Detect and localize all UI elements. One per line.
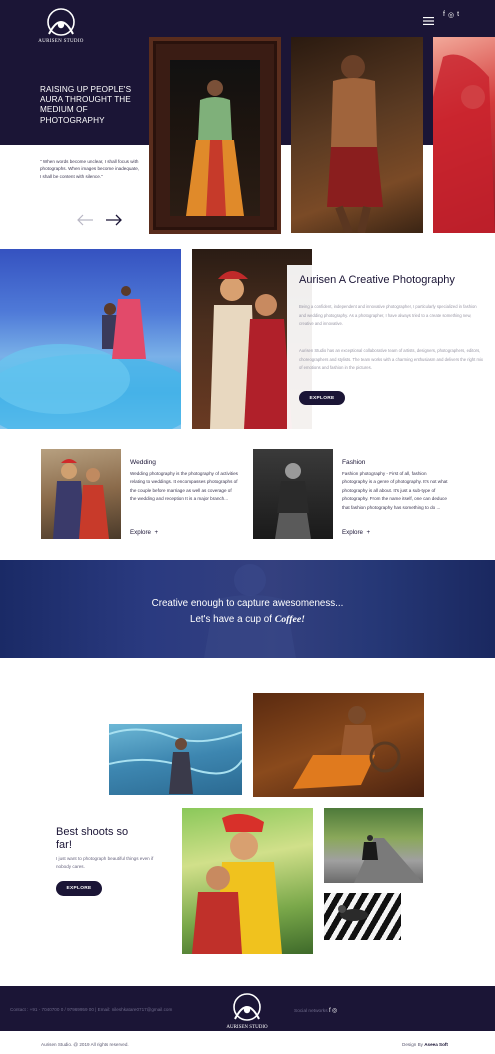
twitter-icon[interactable]: t xyxy=(457,11,459,19)
hamburger-menu-icon[interactable] xyxy=(423,12,434,25)
brand-name: AURISEN STUDIO xyxy=(38,39,84,44)
gallery-explore-button[interactable]: EXPLORE xyxy=(56,881,102,896)
logo-emblem-icon xyxy=(233,993,261,1021)
banner-coffee-script: Coffee! xyxy=(274,614,305,625)
banner-line-2-prefix: Let's have a cup of xyxy=(190,614,272,625)
plus-icon: + xyxy=(152,529,159,536)
gallery-photo-wedding-couple[interactable] xyxy=(182,808,313,954)
design-credit: Design By Aseea Soft xyxy=(402,1042,448,1047)
gallery-photo-underwater[interactable] xyxy=(109,724,242,795)
wedding-photo[interactable] xyxy=(41,449,121,539)
design-credit-name[interactable]: Aseea Soft xyxy=(424,1042,448,1047)
facebook-icon[interactable]: f xyxy=(329,1008,331,1014)
prev-arrow-icon[interactable] xyxy=(75,212,95,228)
instagram-icon[interactable]: ◎ xyxy=(332,1008,337,1014)
footer-contact: Contact : +91 - 7040700 0 / 97969959 00 … xyxy=(10,1007,173,1012)
plus-icon: + xyxy=(364,529,371,536)
hero-photo-warrior[interactable] xyxy=(291,37,423,233)
wedding-title: Wedding xyxy=(130,459,156,466)
hero-photo-red-dress[interactable] xyxy=(433,37,495,233)
about-paragraph-1: Being a confident, independent and innov… xyxy=(299,304,477,327)
wedding-description: Wedding photography is the photography o… xyxy=(130,471,238,502)
fashion-explore-label: Explore xyxy=(342,529,363,536)
wedding-explore-label: Explore xyxy=(130,529,151,536)
about-explore-button[interactable]: EXPLORE xyxy=(299,391,345,405)
banner-line-2: Let's have a cup of Coffee! xyxy=(0,614,495,625)
about-photo-couple-smoke[interactable] xyxy=(0,249,181,429)
hero-photo-bride[interactable] xyxy=(170,60,260,216)
facebook-icon[interactable]: f xyxy=(443,11,445,19)
hero-heading: RAISING UP PEOPLE'S AURA THROUGHT THE ME… xyxy=(40,85,132,125)
coffee-banner xyxy=(0,560,495,658)
about-title: Aurisen A Creative Photography xyxy=(299,274,455,286)
fashion-description: Fashion photography - First of all, fash… xyxy=(342,471,448,510)
best-shoots-title: Best shoots so far! xyxy=(56,826,129,851)
about-paragraph-2: Aurisen Studio has an exceptional collab… xyxy=(299,348,484,371)
wedding-explore-link[interactable]: Explore + xyxy=(130,529,158,536)
logo-emblem-icon xyxy=(47,8,75,36)
instagram-icon[interactable]: ◎ xyxy=(448,11,454,19)
fashion-explore-link[interactable]: Explore + xyxy=(342,529,370,536)
gallery-photo-warrior-orange[interactable] xyxy=(253,693,424,797)
best-shoots-text: I just want to photograph beautiful thin… xyxy=(56,856,154,869)
design-credit-prefix: Design By xyxy=(402,1042,423,1047)
footer-social: Social networks f ◎ xyxy=(294,1007,337,1014)
gallery-photo-road-couple[interactable] xyxy=(324,808,423,883)
gallery-photo-zebra-pose[interactable] xyxy=(324,893,401,940)
footer-brand-name: AURISEN STUDIO xyxy=(226,1025,268,1030)
copyright: Aurisen Studio. @ 2019 All rights reserv… xyxy=(41,1042,129,1047)
fashion-title: Fashion xyxy=(342,459,366,466)
hero-quote: " When words become unclear, I shall foc… xyxy=(40,159,140,179)
footer-social-label: Social networks xyxy=(294,1009,328,1014)
fashion-photo[interactable] xyxy=(253,449,333,539)
top-social-links: f ◎ t xyxy=(443,11,459,19)
next-arrow-icon[interactable] xyxy=(104,212,124,228)
banner-line-1: Creative enough to capture awesomeness..… xyxy=(151,598,344,609)
